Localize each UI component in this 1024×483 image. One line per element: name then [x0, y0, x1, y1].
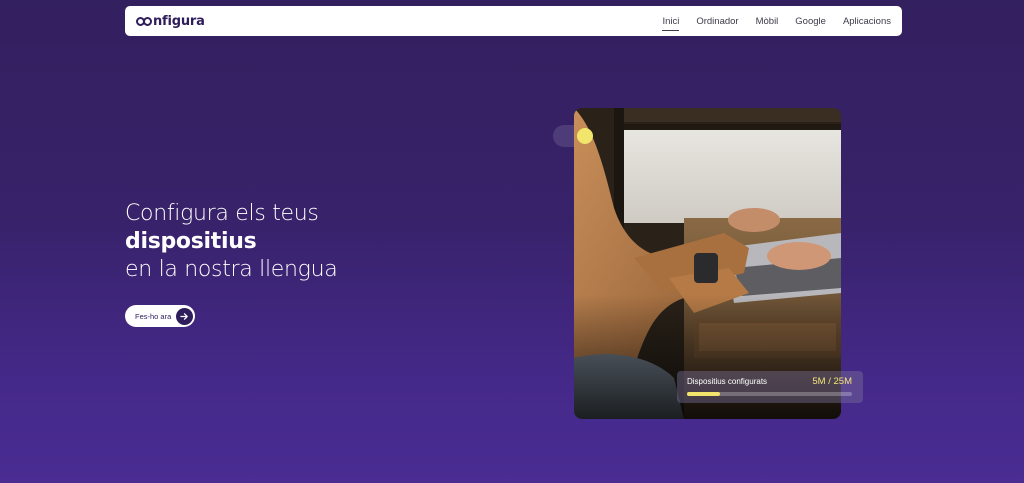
progress-fill — [687, 392, 720, 396]
hero-line-2: dispositius — [125, 229, 257, 254]
devices-configured-card: Dispositius configurats 5M / 25M — [677, 371, 863, 403]
logo-text: nfigura — [153, 13, 205, 29]
nav-link-ordinador[interactable]: Ordinador — [696, 14, 738, 29]
hero-heading: Configura els teus dispositius en la nos… — [125, 200, 338, 284]
cta-button[interactable]: Fes-ho ara — [125, 305, 195, 327]
nav-link-mobil[interactable]: Mòbil — [756, 14, 779, 29]
progress-track — [687, 392, 852, 396]
nav-link-google[interactable]: Google — [795, 14, 826, 29]
nav-link-inici[interactable]: Inici — [662, 14, 679, 31]
cta-label: Fes-ho ara — [135, 311, 172, 321]
top-navbar: nfigura Inici Ordinador Mòbil Google Apl… — [125, 6, 902, 36]
stats-value: 5M / 25M — [812, 376, 852, 387]
accent-dot — [577, 128, 593, 144]
hero-line-1: Configura els teus — [125, 201, 319, 226]
configura-logo[interactable]: nfigura — [136, 14, 205, 29]
main-nav: Inici Ordinador Mòbil Google Aplicacions — [645, 14, 891, 31]
hero-line-3: en la nostra llengua — [125, 257, 338, 282]
logo-rings-icon — [136, 16, 152, 26]
nav-link-aplicacions[interactable]: Aplicacions — [843, 14, 891, 29]
arrow-right-icon — [176, 307, 193, 325]
stats-label: Dispositius configurats — [687, 377, 768, 386]
